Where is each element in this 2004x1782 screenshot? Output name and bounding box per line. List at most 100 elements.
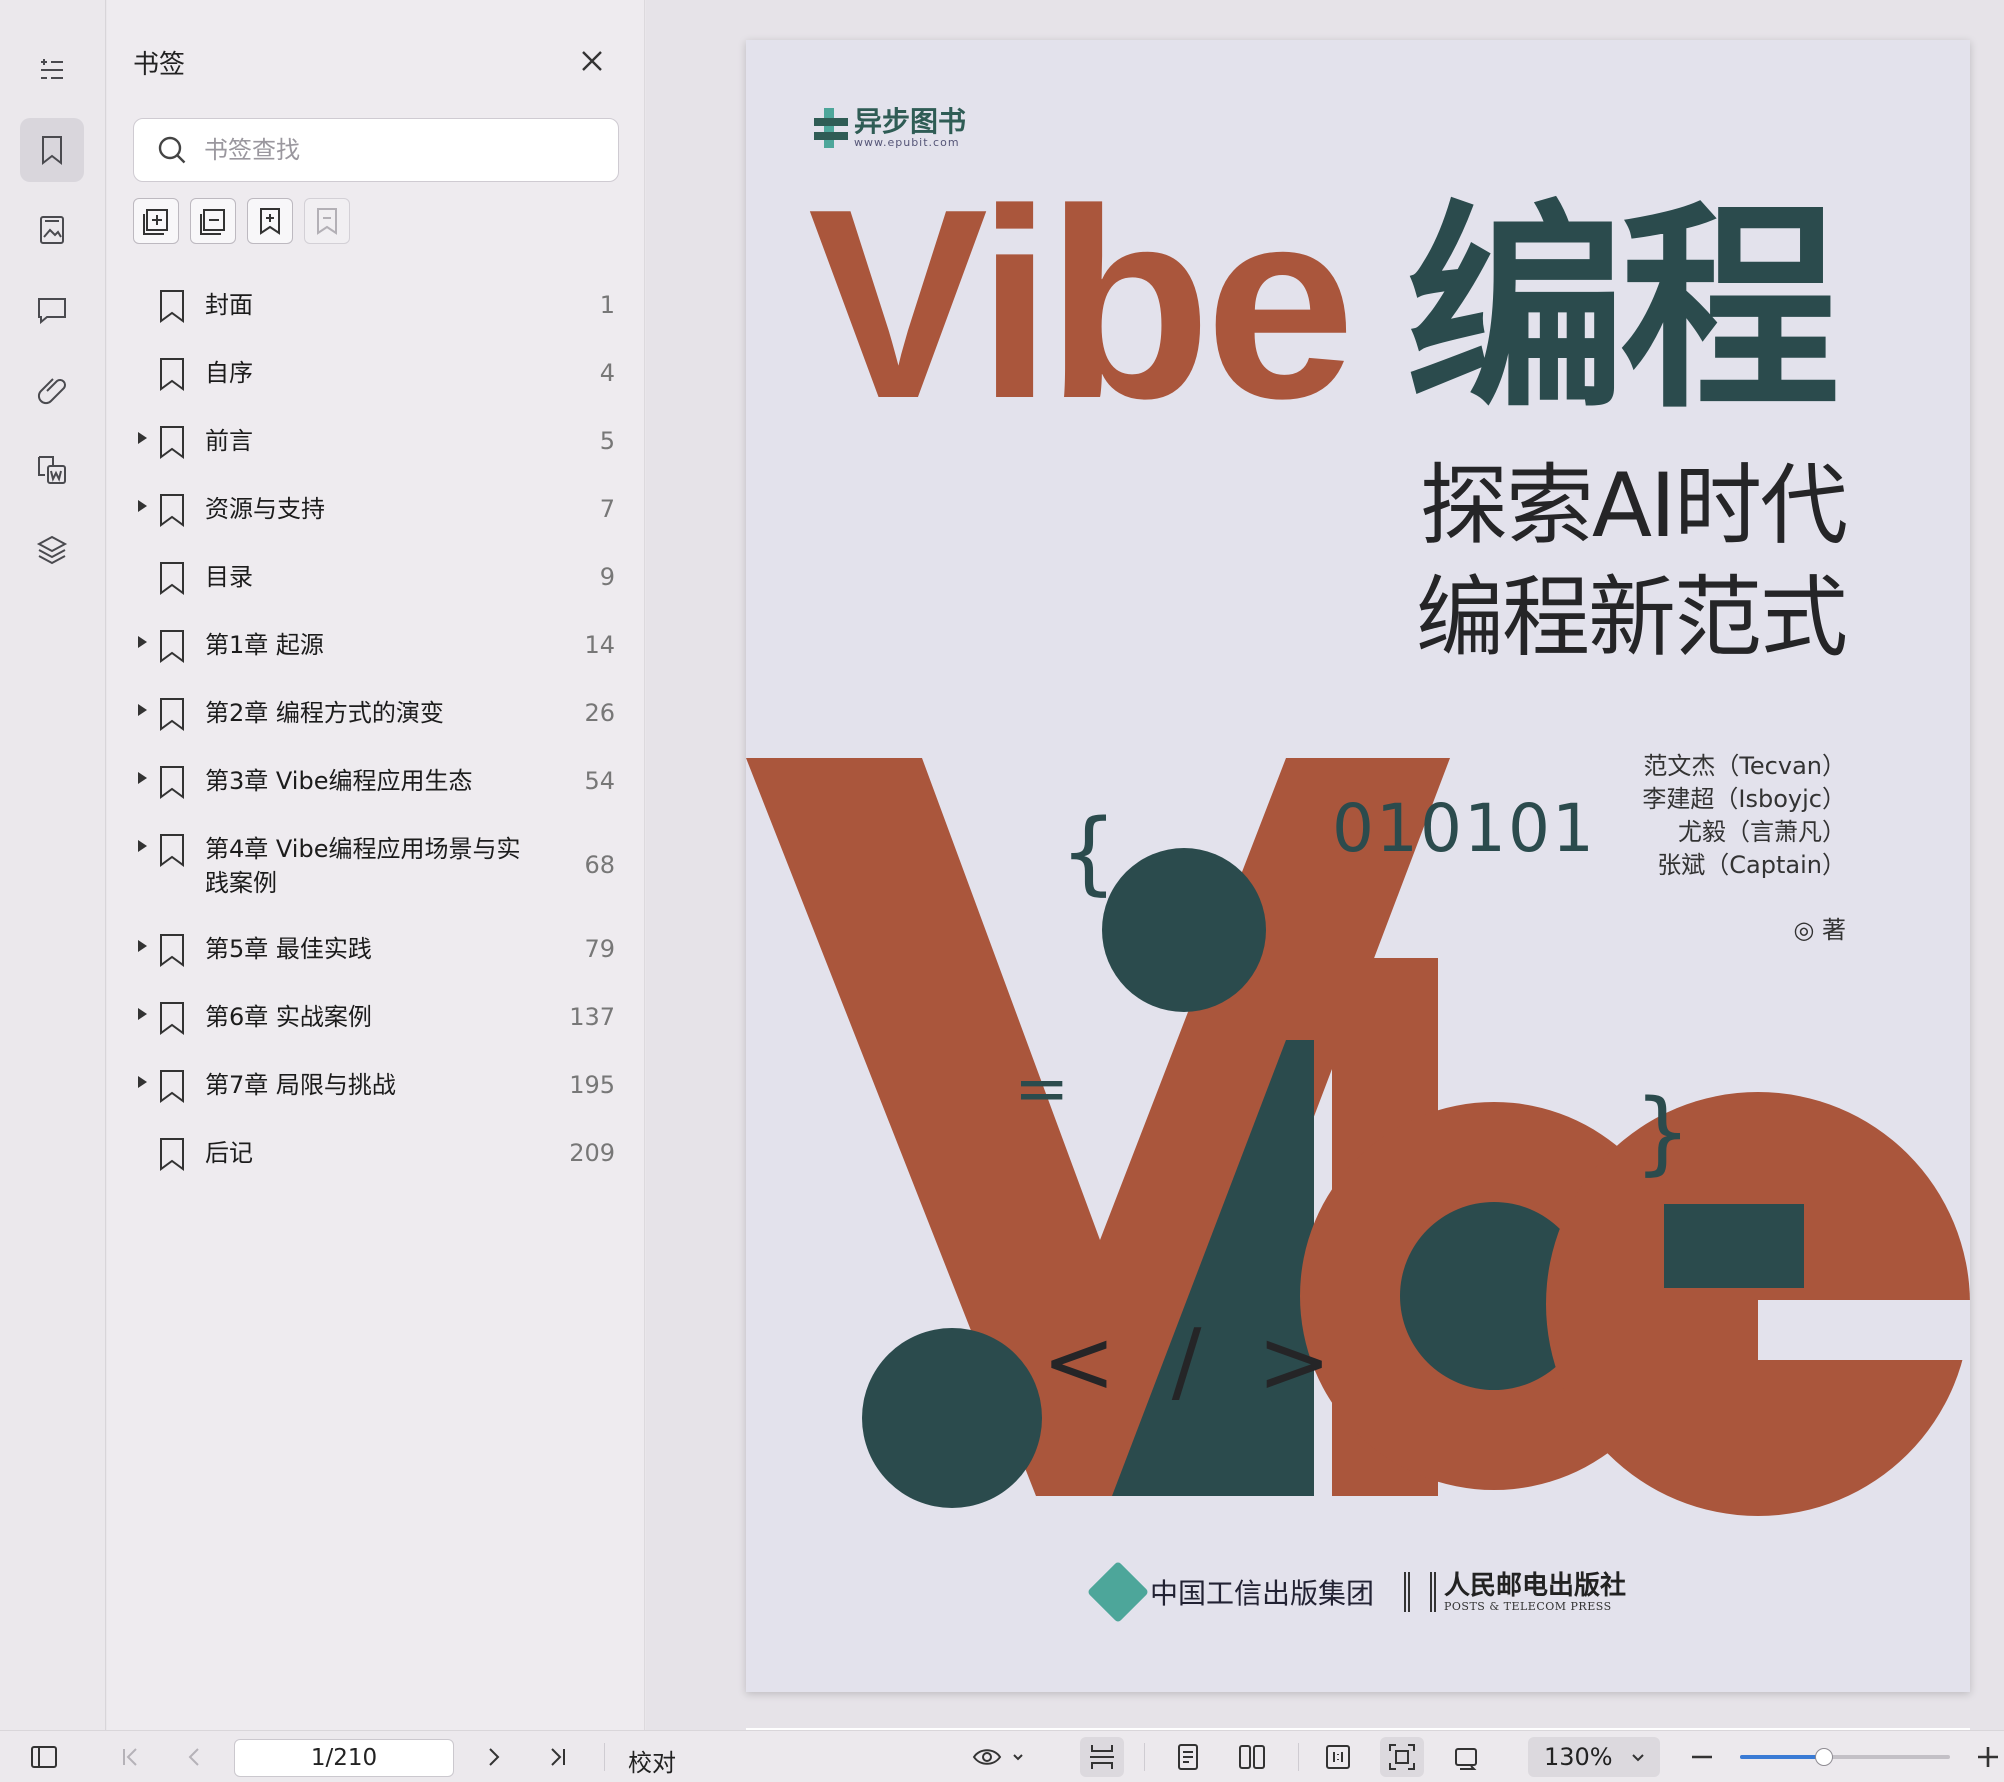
publisher-2-name-en: POSTS & TELECOM PRESS xyxy=(1444,1599,1612,1613)
chevron-left-icon xyxy=(188,1748,199,1766)
expand-arrow-icon[interactable] xyxy=(138,704,147,716)
toolbar-separator xyxy=(604,1743,605,1771)
bookmark-search-input[interactable] xyxy=(204,136,584,164)
bookmark-item[interactable]: 第4章 Vibe编程应用场景与实践案例 68 xyxy=(107,820,645,920)
bookmark-item[interactable]: 第7章 局限与挑战 195 xyxy=(107,1056,645,1124)
last-page-button[interactable] xyxy=(542,1741,574,1773)
zoom-level-dropdown[interactable]: 130% xyxy=(1528,1737,1660,1777)
expand-all-icon xyxy=(143,209,168,235)
next-page-button[interactable] xyxy=(478,1741,510,1773)
remove-bookmark-button[interactable] xyxy=(304,198,350,244)
attachment-icon xyxy=(37,378,66,405)
actual-size-button[interactable] xyxy=(1322,1741,1354,1773)
publisher-1-logo-icon xyxy=(1086,1560,1150,1624)
layers-button[interactable] xyxy=(20,518,84,582)
expand-arrow-icon[interactable] xyxy=(138,636,147,648)
zoom-in-button[interactable] xyxy=(1972,1741,2004,1773)
bookmark-item[interactable]: 后记 209 xyxy=(107,1124,645,1192)
view-mode-dropdown[interactable] xyxy=(970,1741,1030,1773)
bookmark-label: 第2章 编程方式的演变 xyxy=(205,699,444,727)
bookmark-icon xyxy=(157,832,187,868)
bookmark-page-number: 7 xyxy=(599,495,615,523)
bookmark-item[interactable]: 第2章 编程方式的演变 26 xyxy=(107,684,645,752)
bookmark-label: 第5章 最佳实践 xyxy=(205,935,372,963)
author-4: 张斌（Captain） xyxy=(1657,851,1846,879)
add-bookmark-button[interactable] xyxy=(247,198,293,244)
publisher-2-name: 人民邮电出版社 xyxy=(1444,1570,1627,1601)
bookmark-icon xyxy=(157,424,187,460)
collapse-all-button[interactable] xyxy=(190,198,236,244)
bookmark-panel-button[interactable] xyxy=(20,118,84,182)
document-page[interactable]: 异步图书 www.epubit.com Vibe 编程 探索AI时代 编程新范式… xyxy=(746,40,1970,1692)
collapse-all-icon xyxy=(200,209,225,235)
fit-page-icon xyxy=(1389,1744,1415,1770)
zoom-slider[interactable] xyxy=(1740,1748,1950,1766)
bookmark-item[interactable]: 第6章 实战案例 137 xyxy=(107,988,645,1056)
bookmark-icon xyxy=(157,1000,187,1036)
expand-arrow-icon[interactable] xyxy=(138,1076,147,1088)
bookmark-item[interactable]: 第3章 Vibe编程应用生态 54 xyxy=(107,752,645,820)
expand-arrow-icon[interactable] xyxy=(138,940,147,952)
bookmark-icon xyxy=(157,1136,187,1172)
bookmark-item[interactable]: 资源与支持 7 xyxy=(107,480,645,548)
bookmark-page-number: 68 xyxy=(584,851,615,879)
thumbnail-button[interactable] xyxy=(20,198,84,262)
cover-art-i-dot xyxy=(1102,848,1266,1012)
thumbnail-icon xyxy=(40,216,64,244)
bookmark-label: 封面 xyxy=(205,291,253,319)
publisher-logo-text: 异步图书 xyxy=(854,104,967,138)
bookmark-page-number: 5 xyxy=(599,427,615,455)
search-icon xyxy=(158,136,186,164)
bookmark-icon xyxy=(42,136,62,166)
bookmark-item[interactable]: 目录 9 xyxy=(107,548,645,616)
expand-all-button[interactable] xyxy=(133,198,179,244)
expand-arrow-icon[interactable] xyxy=(138,1008,147,1020)
bookmark-page-number: 26 xyxy=(584,699,615,727)
bookmark-item[interactable]: 前言 5 xyxy=(107,412,645,480)
chevron-right-icon xyxy=(489,1748,500,1766)
close-panel-button[interactable] xyxy=(577,46,607,76)
two-page-button[interactable] xyxy=(1236,1741,1268,1773)
previous-page-button[interactable] xyxy=(178,1741,210,1773)
bookmark-icon xyxy=(157,1068,187,1104)
bookmark-item[interactable]: 第1章 起源 14 xyxy=(107,616,645,684)
bookmark-item[interactable]: 自序 4 xyxy=(107,344,645,412)
rotate-icon xyxy=(1455,1748,1477,1770)
continuous-scroll-button[interactable] xyxy=(1080,1737,1124,1777)
expand-arrow-icon[interactable] xyxy=(138,432,147,444)
bookmark-item[interactable]: 封面 1 xyxy=(107,276,645,344)
proofread-button[interactable]: 校对 xyxy=(628,1743,676,1778)
sidebar-rail xyxy=(0,0,106,1730)
zoom-out-button[interactable] xyxy=(1686,1741,1718,1773)
sidebar-toggle-icon xyxy=(31,1746,57,1768)
bookmark-item[interactable]: 第5章 最佳实践 79 xyxy=(107,920,645,988)
zoom-slider-handle[interactable] xyxy=(1815,1748,1833,1766)
attachment-button[interactable] xyxy=(20,358,84,422)
last-page-icon xyxy=(551,1748,565,1766)
toolbar-separator xyxy=(1144,1743,1145,1771)
bookmark-icon xyxy=(157,560,187,596)
expand-arrow-icon[interactable] xyxy=(138,500,147,512)
add-bookmark-icon xyxy=(260,208,280,235)
cover-art-period xyxy=(862,1328,1042,1508)
first-page-button[interactable] xyxy=(114,1741,146,1773)
expand-arrow-icon[interactable] xyxy=(138,840,147,852)
bookmark-label: 第4章 Vibe编程应用场景与实践案例 xyxy=(205,835,521,897)
pdf-to-word-button[interactable] xyxy=(20,438,84,502)
bookmark-icon xyxy=(157,696,187,732)
cover-equals: = xyxy=(1014,1050,1070,1127)
comment-button[interactable] xyxy=(20,278,84,342)
single-page-button[interactable] xyxy=(1172,1741,1204,1773)
fit-page-button[interactable] xyxy=(1380,1737,1424,1777)
document-view[interactable]: 异步图书 www.epubit.com Vibe 编程 探索AI时代 编程新范式… xyxy=(646,0,2004,1748)
outline-icon xyxy=(41,59,63,79)
outline-button[interactable] xyxy=(20,38,84,102)
toggle-sidebar-button[interactable] xyxy=(28,1741,60,1773)
page-number-input[interactable] xyxy=(234,1739,454,1777)
rotate-button[interactable] xyxy=(1450,1741,1482,1773)
cover-brace-open: { xyxy=(1060,800,1118,905)
bookmark-label: 第6章 实战案例 xyxy=(205,1003,372,1031)
expand-arrow-icon[interactable] xyxy=(138,772,147,784)
bookmark-label: 第7章 局限与挑战 xyxy=(205,1071,396,1099)
publisher-2-logo-icon xyxy=(1404,1572,1437,1612)
